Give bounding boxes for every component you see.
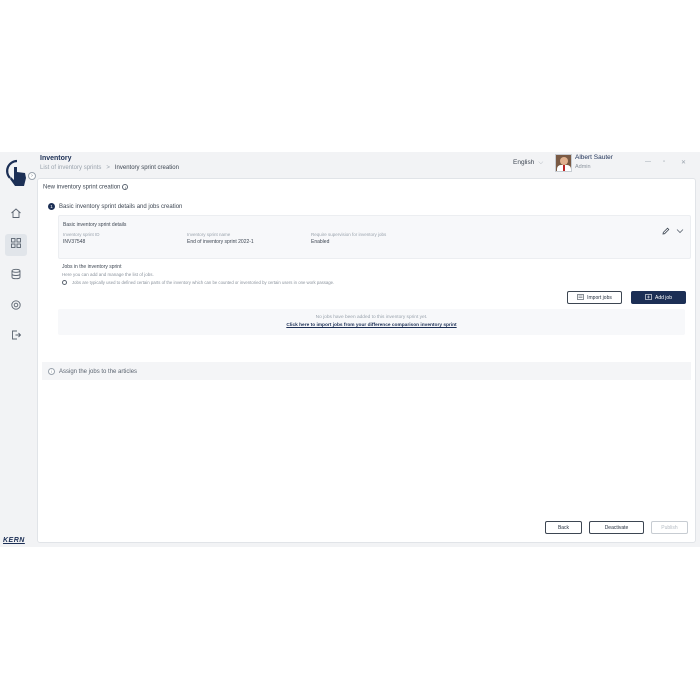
app-window: › KERN Inventory List of inventory sprin… <box>0 152 700 547</box>
field-value-sprint-name: End of inventory sprint 2022-1 <box>187 239 254 245</box>
top-bar: Inventory List of inventory sprints > Inve… <box>35 152 700 176</box>
breadcrumb: List of inventory sprints > Inventory spri… <box>40 165 179 171</box>
jobs-hint-text: Jobs are typically used to defined certa… <box>72 280 335 285</box>
app-logo-icon <box>4 158 30 188</box>
import-jobs-button[interactable]: Import jobs <box>567 291 622 304</box>
basic-details-card: Basic inventory sprint details Inventory… <box>58 215 691 259</box>
step-2-header: i Assign the jobs to the articles <box>48 368 137 375</box>
nav-dashboard[interactable] <box>5 234 27 256</box>
import-icon <box>577 293 584 302</box>
close-icon[interactable]: ✕ <box>681 159 686 166</box>
add-job-label: Add job <box>655 294 672 301</box>
nav-logout[interactable] <box>5 326 27 348</box>
import-jobs-label: Import jobs <box>587 294 612 301</box>
jobs-section-title: Jobs in the inventory sprint <box>62 264 122 270</box>
user-role: Admin <box>575 164 591 170</box>
details-title: Basic inventory sprint details <box>63 222 127 228</box>
language-label: English <box>513 159 535 166</box>
field-label-sprint-id: Inventory sprint ID <box>63 232 100 237</box>
field-value-supervision: Enabled <box>311 239 330 245</box>
field-value-sprint-id: INV37548 <box>63 239 86 245</box>
maximize-icon[interactable]: ▫ <box>663 159 665 165</box>
step-1-title: Basic inventory sprint details and jobs … <box>59 204 183 211</box>
add-job-button[interactable]: Add job <box>631 291 686 304</box>
kern-footer-logo: KERN <box>3 537 25 544</box>
breadcrumb-item-list[interactable]: List of inventory sprints <box>40 165 101 171</box>
nav-home[interactable] <box>5 204 27 226</box>
add-icon <box>645 293 652 302</box>
home-icon <box>10 206 22 224</box>
step-1-section: 1 Basic inventory sprint details and jobs… <box>42 197 691 359</box>
minimize-icon[interactable]: — <box>645 159 651 165</box>
main-panel: New inventory sprint creation i 1 Basic in… <box>37 178 696 543</box>
step-2-title: Assign the jobs to the articles <box>59 369 138 376</box>
back-label: Back <box>557 524 570 531</box>
empty-state-text: No jobs have been added to this inventor… <box>315 315 428 320</box>
form-title: New inventory sprint creation i <box>43 184 129 191</box>
import-from-comparison-link[interactable]: Click here to import jobs from your diff… <box>58 323 685 328</box>
jobs-hint: Jobs are typically used to defined certa… <box>62 280 335 286</box>
field-label-sprint-name: Inventory sprint name <box>187 232 231 237</box>
logout-icon <box>10 328 22 346</box>
hint-icon <box>62 280 67 286</box>
publish-label: Publish <box>661 524 678 531</box>
breadcrumb-item-current: Inventory sprint creation <box>114 165 179 171</box>
form-title-text: New inventory sprint creation <box>43 184 121 191</box>
dashboard-grid-icon <box>10 236 22 254</box>
sidebar: › KERN <box>0 152 36 547</box>
deactivate-button[interactable]: Deactivate <box>589 521 644 534</box>
chevron-down-icon: ⌵ <box>538 159 544 166</box>
deactivate-label: Deactivate <box>604 524 629 531</box>
publish-button[interactable]: Publish <box>651 521 688 534</box>
step-2-section[interactable]: i Assign the jobs to the articles <box>42 362 691 380</box>
breadcrumb-separator-icon: > <box>106 165 110 171</box>
settings-icon <box>10 298 22 316</box>
step-number-badge: 1 <box>48 203 55 210</box>
language-select[interactable]: English ⌵ <box>513 159 543 167</box>
avatar[interactable] <box>555 154 572 172</box>
database-icon <box>10 267 22 285</box>
page-title: Inventory <box>40 155 72 162</box>
step-1-header[interactable]: 1 Basic inventory sprint details and jobs… <box>48 203 182 210</box>
pencil-icon[interactable] <box>662 222 670 240</box>
nav-settings[interactable] <box>5 296 27 318</box>
jobs-section-description: Here you can add and manage the list of … <box>62 272 154 277</box>
nav-database[interactable] <box>5 265 27 287</box>
chevron-down-icon[interactable] <box>676 222 684 240</box>
user-name: Albert Sauter <box>575 154 613 161</box>
step-2-info-icon: i <box>48 368 55 375</box>
info-icon[interactable]: i <box>122 184 129 190</box>
back-button[interactable]: Back <box>545 521 582 534</box>
field-label-supervision: Require supervision for inventory jobs <box>311 232 387 237</box>
jobs-empty-state: No jobs have been added to this inventor… <box>58 309 685 335</box>
